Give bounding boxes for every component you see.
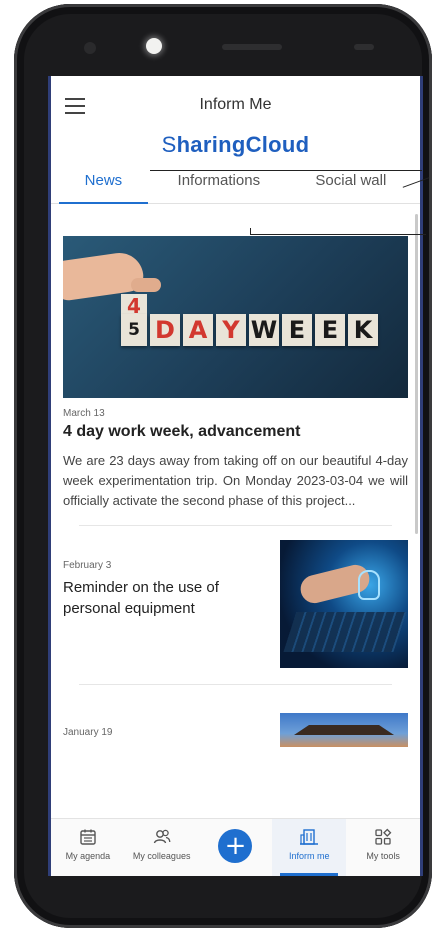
cube-letter: Y xyxy=(216,314,246,346)
tab-news[interactable]: News xyxy=(59,168,148,204)
nav-inform-me[interactable]: Inform me xyxy=(272,819,347,876)
cube-letter: W xyxy=(249,314,279,346)
brand-logo: SharingCloud xyxy=(161,132,310,157)
nav-my-tools[interactable]: My tools xyxy=(346,819,420,876)
proximity-sensor xyxy=(84,42,96,54)
cube-row: 5 D A Y W E E K xyxy=(121,314,378,346)
nav-my-colleagues[interactable]: My colleagues xyxy=(125,819,199,876)
divider xyxy=(79,525,392,526)
list-item[interactable]: January 19 xyxy=(51,699,420,747)
calendar-icon xyxy=(80,829,96,845)
nav-label: Inform me xyxy=(289,851,330,861)
post-thumbnail[interactable] xyxy=(280,540,408,668)
list-item[interactable]: February 3 Reminder on the use of person… xyxy=(51,540,420,668)
building-icon xyxy=(300,829,319,845)
front-camera xyxy=(146,38,162,54)
app-screen: Inform Me SharingCloud News Informations… xyxy=(48,76,423,876)
tab-social-wall[interactable]: Social wall xyxy=(315,168,386,203)
nav-my-agenda[interactable]: My agenda xyxy=(51,819,125,876)
post-thumbnail[interactable] xyxy=(280,713,408,747)
cube-digit: 5 xyxy=(121,314,147,346)
tab-bar: News Informations Social wall xyxy=(51,168,420,204)
scrollbar[interactable] xyxy=(415,214,418,534)
nav-label: My colleagues xyxy=(132,851,191,861)
cube-letter: K xyxy=(348,314,378,346)
nav-label: My tools xyxy=(366,851,400,861)
tools-grid-icon xyxy=(375,828,392,845)
divider xyxy=(79,684,392,685)
featured-post[interactable]: March 13 4 day work week, advancement We… xyxy=(51,408,420,511)
post-title[interactable]: 4 day work week, advancement xyxy=(63,423,408,441)
post-date: January 19 xyxy=(63,727,113,738)
post-excerpt: We are 23 days away from taking off on o… xyxy=(63,453,408,508)
post-date: February 3 xyxy=(63,560,112,571)
nav-label: My agenda xyxy=(65,851,111,861)
page-title: Inform Me xyxy=(199,96,272,113)
people-icon xyxy=(153,829,171,844)
earpiece-speaker xyxy=(222,44,282,50)
cube-letter: E xyxy=(282,314,312,346)
cube-letter: D xyxy=(150,314,180,346)
temple-roof-illustration xyxy=(294,725,394,735)
post-date: March 13 xyxy=(63,408,105,419)
callout-line xyxy=(250,234,426,235)
list-item-text: January 19 xyxy=(63,699,280,747)
plus-icon[interactable]: + xyxy=(218,829,253,863)
bottom-navigation: My agenda My colleagues + Inform me My t… xyxy=(51,818,420,876)
news-feed[interactable]: 4 5 D A Y W E E K March 13 4 day work we… xyxy=(51,206,420,818)
cube-letter: A xyxy=(183,314,213,346)
nav-add[interactable]: + xyxy=(199,819,273,876)
finger-illustration xyxy=(131,278,161,292)
post-title[interactable]: Reminder on the use of personal equipmen… xyxy=(63,577,270,619)
keyboard-illustration xyxy=(283,612,407,652)
lock-icon xyxy=(358,570,380,600)
callout-line xyxy=(150,170,422,171)
tab-informations[interactable]: Informations xyxy=(178,168,261,203)
list-item-text: February 3 Reminder on the use of person… xyxy=(63,540,280,668)
light-sensor xyxy=(354,44,374,50)
phone-top-bezel xyxy=(54,16,404,66)
featured-post-image[interactable]: 4 5 D A Y W E E K xyxy=(63,236,408,398)
cube-letter: E xyxy=(315,314,345,346)
